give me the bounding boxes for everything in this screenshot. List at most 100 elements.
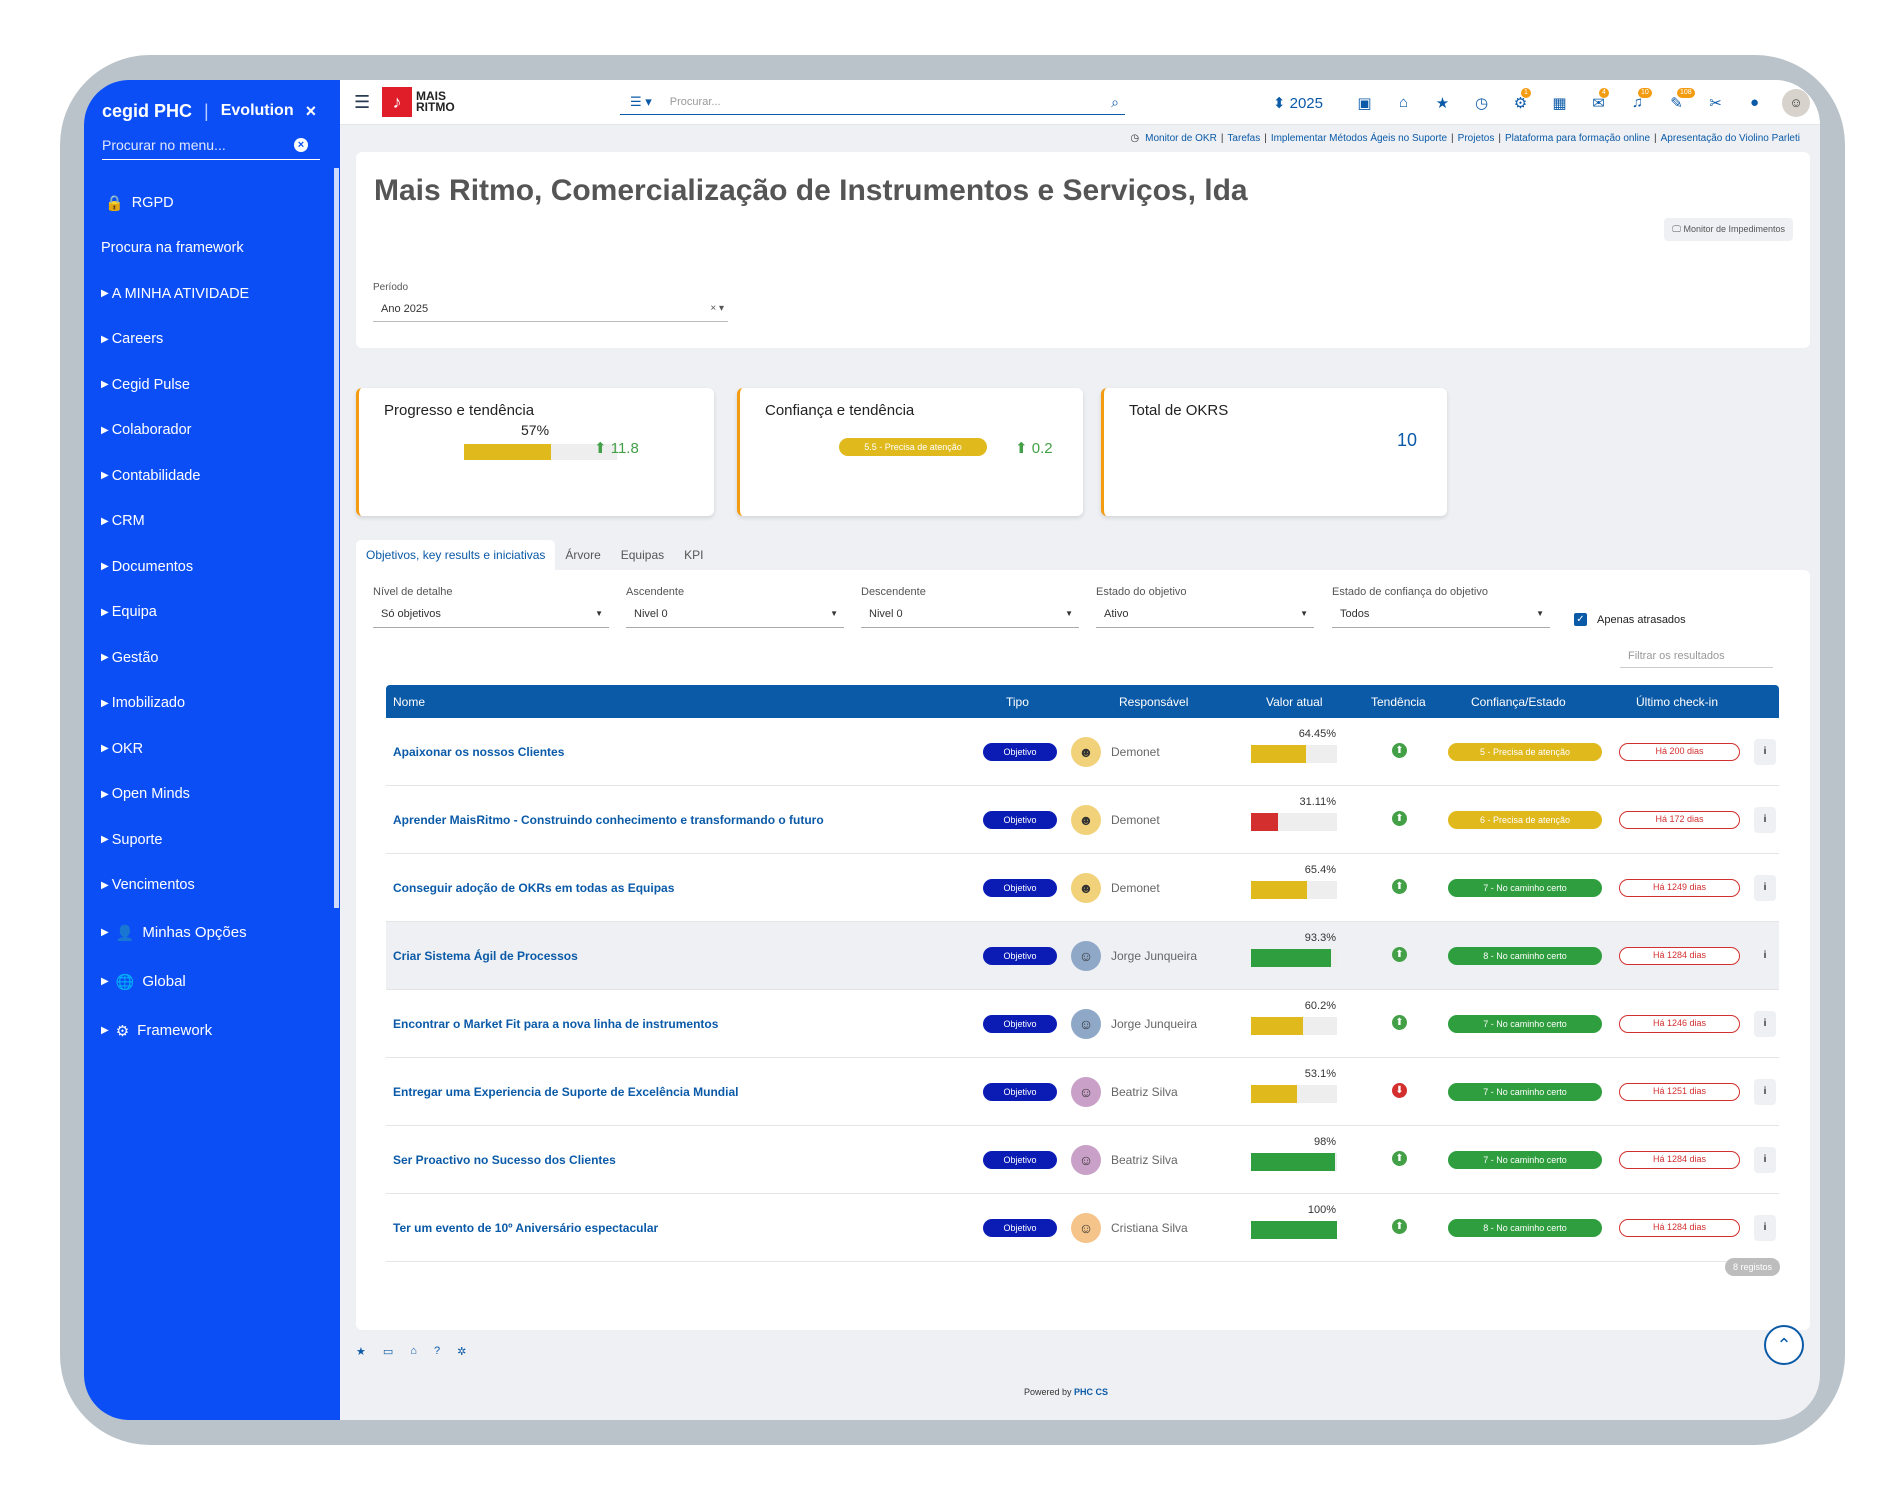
filter-detalhe-select[interactable]: Só objetivos ▼ [373,604,609,628]
breadcrumb-link[interactable]: Plataforma para formação online [1505,133,1650,144]
sidebar-item-a-minha-atividade[interactable]: ▶ A MINHA ATIVIDADE [101,271,331,317]
tab-equipas[interactable]: Equipas [611,540,674,570]
col-responsavel[interactable]: Responsável [1119,695,1188,709]
filter-ascendente-select[interactable]: Nivel 0 ▼ [626,604,844,628]
filter-results-input[interactable]: Filtrar os resultados [1620,646,1773,668]
col-confianca[interactable]: Confiança/Estado [1471,695,1566,709]
home-gear-icon[interactable]: ⌂ [410,1345,417,1358]
bell-icon[interactable]: ♫ 10 [1618,87,1657,112]
info-icon[interactable]: i [1754,943,1776,969]
info-icon[interactable]: i [1754,1215,1776,1241]
search-filter-icon[interactable]: ☰ ▾ [630,94,652,110]
table-row[interactable]: Entregar uma Experiencia de Suporte de E… [386,1058,1779,1126]
global-search[interactable]: ☰ ▾ Procurar... ⌕ [620,90,1125,115]
info-icon[interactable]: i [1754,807,1776,833]
table-row[interactable]: Criar Sistema Ágil de Processos Objetivo ☺… [386,922,1779,990]
objective-name-link[interactable]: Aprender MaisRitmo - Construindo conheci… [393,813,824,827]
bulb-icon[interactable]: ● [1735,94,1774,112]
calendar-icon[interactable]: ▦ [1540,94,1579,112]
info-icon[interactable]: i [1754,1079,1776,1105]
sidebar-item-careers[interactable]: ▶ Careers [101,317,331,363]
sidebar-item-global[interactable]: ▶ 🌐 Global [101,957,331,1006]
message-icon[interactable]: ▣ [1345,94,1384,112]
table-row[interactable]: Encontrar o Market Fit para a nova linha… [386,990,1779,1058]
sidebar-item-contabilidade[interactable]: ▶ Contabilidade [101,453,331,499]
col-tipo[interactable]: Tipo [1006,695,1029,709]
info-icon[interactable]: i [1754,1011,1776,1037]
filter-confianca-select[interactable]: Todos ▼ [1332,604,1550,628]
menu-search-input[interactable] [102,136,282,153]
col-nome[interactable]: Nome [393,695,425,709]
objective-name-link[interactable]: Encontrar o Market Fit para a nova linha… [393,1017,718,1031]
objective-name-link[interactable]: Entregar uma Experiencia de Suporte de E… [393,1085,738,1099]
hamburger-menu-icon[interactable]: ☰ [354,92,370,113]
objective-name-link[interactable]: Ter um evento de 10º Aniversário especta… [393,1221,658,1235]
sidebar-item-okr[interactable]: ▶ OKR [101,726,331,772]
sidebar-item-open-minds[interactable]: ▶ Open Minds [101,772,331,818]
info-icon[interactable]: i [1754,875,1776,901]
objective-name-link[interactable]: Apaixonar os nossos Clientes [393,745,564,759]
sidebar-item-vencimentos[interactable]: ▶ Vencimentos [101,863,331,909]
sidebar-item-procura-na-framework[interactable]: Procura na framework [101,226,331,272]
sidebar-item-documentos[interactable]: ▶ Documentos [101,544,331,590]
breadcrumb-link[interactable]: Apresentação do Violino Parleti [1661,133,1800,144]
monitor-icon[interactable]: ▭ [383,1345,393,1358]
cogs-icon[interactable]: ⚙ 1 [1501,87,1540,112]
table-row[interactable]: Ter um evento de 10º Aniversário especta… [386,1194,1779,1262]
filter-estado-select[interactable]: Ativo ▼ [1096,604,1314,628]
sidebar-item-imobilizado[interactable]: ▶ Imobilizado [101,681,331,727]
tab-kpi[interactable]: KPI [674,540,713,570]
table-row[interactable]: Ser Proactivo no Sucesso dos Clientes Obj… [386,1126,1779,1194]
objective-name-link[interactable]: Criar Sistema Ágil de Processos [393,949,578,963]
periodo-controls[interactable]: × ▾ [710,303,724,314]
user-avatar[interactable]: ☺ [1782,88,1810,117]
star-icon[interactable]: ★ [1423,94,1462,112]
filter-descendente-select[interactable]: Nivel 0 ▼ [861,604,1079,628]
sidebar-scrollbar[interactable] [334,168,339,908]
sidebar-item-colaborador[interactable]: ▶ Colaborador [101,408,331,454]
table-row[interactable]: Aprender MaisRitmo - Construindo conheci… [386,786,1779,854]
sidebar-item-minhas-opcoes[interactable]: ▶ 👤 Minhas Opções [101,908,331,957]
sidebar-item-cegid-pulse[interactable]: ▶ Cegid Pulse [101,362,331,408]
table-row[interactable]: Apaixonar os nossos Clientes Objetivo ☻ Dem… [386,718,1779,786]
home-icon[interactable]: ⌂ [1384,94,1423,112]
sidebar-item-framework[interactable]: ▶ ⚙ Framework [101,1006,331,1055]
info-icon[interactable]: i [1754,739,1776,765]
tab-objetivos[interactable]: Objetivos, key results e iniciativas [356,540,556,570]
search-input[interactable]: Procurar... [670,96,721,108]
company-logo[interactable]: ♪ MAIS RITMO [382,87,455,117]
col-tendencia[interactable]: Tendência [1371,695,1426,709]
settings-icon[interactable]: ✲ [457,1345,466,1358]
objective-name-link[interactable]: Ser Proactivo no Sucesso dos Clientes [393,1153,616,1167]
help-icon[interactable]: ? [434,1345,440,1358]
search-icon[interactable]: ⌕ [1111,94,1119,111]
breadcrumb-link[interactable]: Monitor de OKR [1145,133,1217,144]
breadcrumb-link[interactable]: Tarefas [1227,133,1260,144]
periodo-select[interactable]: Ano 2025 × ▾ [373,300,728,322]
objective-name-link[interactable]: Conseguir adoção de OKRs em todas as Equ… [393,881,674,895]
wrench-icon[interactable]: ✂ [1696,94,1735,112]
apenas-atrasados-checkbox[interactable]: ✓ Apenas atrasados [1574,613,1686,626]
chat-icon[interactable]: ✎ 108 [1657,87,1696,112]
breadcrumb-link[interactable]: Projetos [1458,133,1495,144]
mail-icon[interactable]: ✉ 4 [1579,87,1618,112]
clock-icon[interactable]: ◷ [1462,94,1501,112]
year-selector[interactable]: ⬍ 2025 [1273,94,1323,112]
sidebar-item-equipa[interactable]: ▶ Equipa [101,590,331,636]
breadcrumb-link[interactable]: Implementar Métodos Ágeis no Suporte [1271,133,1447,144]
sidebar-item-rgpd[interactable]: 🔒 RGPD [101,180,331,226]
close-icon[interactable]: × [306,101,317,122]
table-row[interactable]: Conseguir adoção de OKRs em todas as Equ… [386,854,1779,922]
checkbox-checked-icon[interactable]: ✓ [1574,613,1587,626]
sidebar-item-suporte[interactable]: ▶ Suporte [101,817,331,863]
col-checkin[interactable]: Último check-in [1636,695,1718,709]
star-icon[interactable]: ★ [356,1345,366,1358]
scroll-to-top-button[interactable]: ⌃ [1764,1325,1804,1365]
sidebar-item-gestao[interactable]: ▶ Gestão [101,635,331,681]
sidebar-item-crm[interactable]: ▶ CRM [101,499,331,545]
tab-arvore[interactable]: Árvore [555,540,610,570]
clear-search-icon[interactable]: × [294,137,308,152]
monitor-impedimentos-button[interactable]: 🖵 Monitor de Impedimentos [1664,218,1793,241]
info-icon[interactable]: i [1754,1147,1776,1173]
col-valor[interactable]: Valor atual [1266,695,1322,709]
